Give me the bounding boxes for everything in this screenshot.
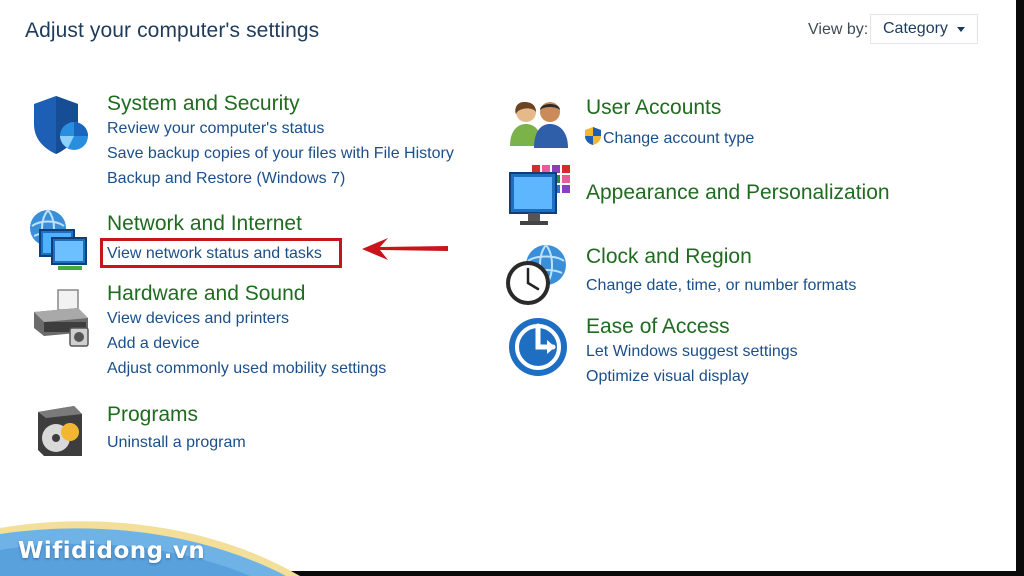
- chevron-down-icon: [957, 27, 965, 32]
- link-devices-printers[interactable]: View devices and printers: [107, 306, 386, 331]
- link-uninstall-program[interactable]: Uninstall a program: [107, 430, 246, 455]
- page-title: Adjust your computer's settings: [25, 19, 320, 42]
- link-file-history[interactable]: Save backup copies of your files with Fi…: [107, 141, 454, 166]
- category-user-accounts: User Accounts Change account type: [583, 96, 754, 151]
- programs-icon: [34, 402, 86, 465]
- monitor-icon: [508, 163, 572, 232]
- link-mobility-settings[interactable]: Adjust commonly used mobility settings: [107, 356, 386, 381]
- highlight-box: [100, 238, 342, 268]
- hardware-sound-title[interactable]: Hardware and Sound: [107, 282, 386, 306]
- ease-of-access-title[interactable]: Ease of Access: [586, 315, 798, 339]
- watermark-text: Wifididong.vn: [18, 538, 206, 564]
- link-change-account-type[interactable]: Change account type: [583, 126, 754, 151]
- programs-title[interactable]: Programs: [107, 403, 246, 427]
- category-hardware-sound: Hardware and Sound View devices and prin…: [107, 282, 386, 381]
- category-appearance: Appearance and Personalization: [586, 181, 890, 205]
- shield-icon: [28, 94, 90, 161]
- user-accounts-title[interactable]: User Accounts: [586, 96, 754, 120]
- category-ease-of-access: Ease of Access Let Windows suggest setti…: [586, 315, 798, 389]
- red-arrow-icon: [360, 236, 452, 267]
- appearance-title[interactable]: Appearance and Personalization: [586, 181, 890, 205]
- change-account-type-label: Change account type: [603, 130, 755, 147]
- uac-shield-icon: [585, 127, 601, 145]
- network-internet-title[interactable]: Network and Internet: [107, 212, 322, 236]
- link-review-status[interactable]: Review your computer's status: [107, 116, 454, 141]
- link-add-device[interactable]: Add a device: [107, 331, 386, 356]
- link-date-time-formats[interactable]: Change date, time, or number formats: [586, 273, 856, 298]
- category-clock-region: Clock and Region Change date, time, or n…: [586, 245, 856, 298]
- view-by-dropdown[interactable]: Category: [870, 14, 978, 44]
- network-icon: [26, 208, 92, 277]
- clock-globe-icon: [504, 243, 570, 312]
- system-security-title[interactable]: System and Security: [107, 92, 454, 116]
- clock-region-title[interactable]: Clock and Region: [586, 245, 856, 269]
- category-programs: Programs Uninstall a program: [107, 403, 246, 455]
- link-optimize-display[interactable]: Optimize visual display: [586, 364, 798, 389]
- category-system-security: System and Security Review your computer…: [107, 92, 454, 191]
- view-by-label: View by:: [808, 21, 869, 38]
- view-by-value: Category: [883, 20, 948, 37]
- link-suggest-settings[interactable]: Let Windows suggest settings: [586, 339, 798, 364]
- printer-icon: [30, 288, 92, 355]
- users-icon: [508, 98, 570, 155]
- link-backup-restore[interactable]: Backup and Restore (Windows 7): [107, 166, 454, 191]
- ease-of-access-icon: [507, 316, 569, 383]
